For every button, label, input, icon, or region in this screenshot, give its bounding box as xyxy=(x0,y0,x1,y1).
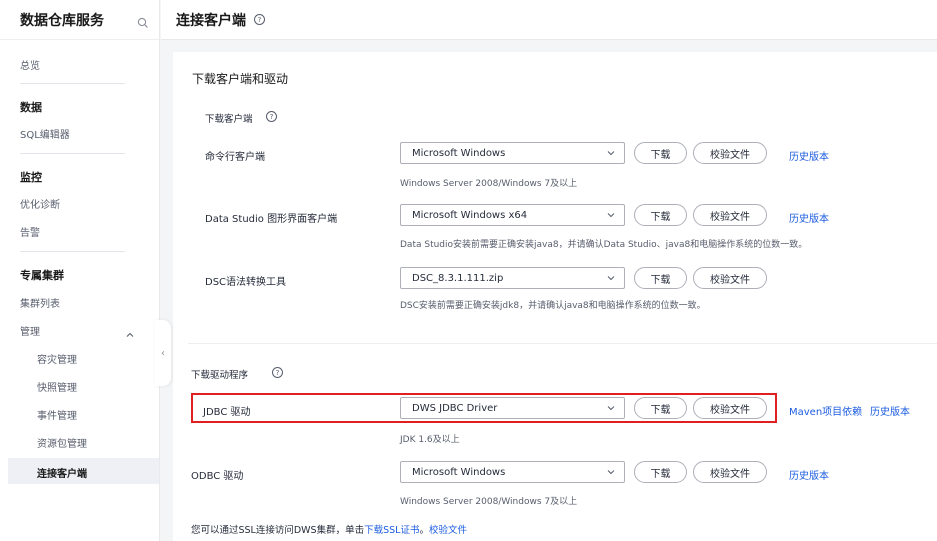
card-title: 下载客户端和驱动 xyxy=(192,72,289,86)
row-label-data-studio: Data Studio 图形界面客户端 xyxy=(205,214,338,225)
select-value: Microsoft Windows xyxy=(412,147,506,159)
history-version-link[interactable]: 历史版本 xyxy=(789,467,829,482)
download-button[interactable]: 下载 xyxy=(634,142,687,164)
history-version-link[interactable]: 历史版本 xyxy=(870,403,910,418)
sidebar-item-connect-client[interactable]: 连接客户端 xyxy=(37,465,87,480)
sidebar-item-overview[interactable]: 总览 xyxy=(20,57,40,72)
sidebar-group-data: 数据 xyxy=(20,101,42,114)
ssl-verify-file-link[interactable]: 校验文件 xyxy=(429,525,467,536)
sidebar-group-monitor: 监控 xyxy=(20,171,42,184)
section-title-clients: 下载客户端 xyxy=(205,114,253,125)
chevron-down-icon xyxy=(607,470,615,475)
row-hint: JDK 1.6及以上 xyxy=(400,435,460,445)
verify-file-button[interactable]: 校验文件 xyxy=(693,142,767,164)
row-label-dsc-tool: DSC语法转换工具 xyxy=(205,277,287,288)
odbc-driver-select[interactable]: Microsoft Windows xyxy=(400,461,625,483)
ssl-note-sep: 。 xyxy=(419,525,429,536)
sidebar-item-disaster-recovery[interactable]: 容灾管理 xyxy=(37,351,77,366)
verify-file-button[interactable]: 校验文件 xyxy=(693,204,767,226)
sidebar-item-diagnosis[interactable]: 优化诊断 xyxy=(20,196,60,211)
verify-file-button[interactable]: 校验文件 xyxy=(693,397,767,419)
chevron-down-icon xyxy=(607,276,615,281)
history-version-link[interactable]: 历史版本 xyxy=(789,148,829,163)
download-button[interactable]: 下载 xyxy=(634,204,687,226)
row-hint: DSC安装前需要正确安装jdk8，并请确认java8和电脑操作系统的位数一致。 xyxy=(400,301,706,311)
verify-file-button[interactable]: 校验文件 xyxy=(693,267,767,289)
sidebar-item-events[interactable]: 事件管理 xyxy=(37,407,77,422)
help-icon[interactable]: ? xyxy=(272,367,283,378)
divider xyxy=(20,251,125,252)
section-title-drivers: 下载驱动程序 xyxy=(191,370,249,381)
chevron-left-icon: ‹ xyxy=(161,347,165,359)
ssl-note: 您可以通过SSL连接访问DWS集群，单击下载SSL证书。校验文件 xyxy=(191,522,467,536)
sidebar: 数据仓库服务 总览 数据 SQL编辑器 监控 优化诊断 告警 专属集群 集群列表… xyxy=(0,0,160,541)
row-hint: Data Studio安装前需要正确安装java8，并请确认Data Studi… xyxy=(400,240,808,250)
row-hint: Windows Server 2008/Windows 7及以上 xyxy=(400,179,578,189)
sidebar-header: 数据仓库服务 xyxy=(0,0,159,40)
select-value: DWS JDBC Driver xyxy=(412,402,498,414)
ssl-note-text: 您可以通过SSL连接访问DWS集群，单击 xyxy=(191,525,365,536)
page-title: 连接客户端 xyxy=(176,12,246,29)
jdbc-driver-select[interactable]: DWS JDBC Driver xyxy=(400,397,625,419)
verify-file-button[interactable]: 校验文件 xyxy=(693,461,767,483)
sidebar-item-resource-pack[interactable]: 资源包管理 xyxy=(37,435,87,450)
download-button[interactable]: 下载 xyxy=(634,267,687,289)
divider xyxy=(20,83,125,84)
sidebar-title: 数据仓库服务 xyxy=(20,12,104,29)
download-ssl-cert-link[interactable]: 下载SSL证书 xyxy=(364,525,419,536)
data-studio-select[interactable]: Microsoft Windows x64 xyxy=(400,204,625,226)
select-value: Microsoft Windows x64 xyxy=(412,209,528,221)
chevron-down-icon xyxy=(607,151,615,156)
download-button[interactable]: 下载 xyxy=(634,461,687,483)
maven-dependency-link[interactable]: Maven项目依赖 xyxy=(789,403,862,418)
row-label-cli-client: 命令行客户端 xyxy=(205,152,265,163)
select-value: Microsoft Windows xyxy=(412,466,506,478)
cli-client-select[interactable]: Microsoft Windows xyxy=(400,142,625,164)
row-hint: Windows Server 2008/Windows 7及以上 xyxy=(400,497,578,507)
download-button[interactable]: 下载 xyxy=(634,397,687,419)
sidebar-item-cluster-list[interactable]: 集群列表 xyxy=(20,295,60,310)
sidebar-item-alarm[interactable]: 告警 xyxy=(20,224,40,239)
select-value: DSC_8.3.1.111.zip xyxy=(412,272,504,284)
chevron-up-icon[interactable] xyxy=(125,325,135,337)
history-version-link[interactable]: 历史版本 xyxy=(789,210,829,225)
search-icon[interactable] xyxy=(137,14,149,28)
chevron-down-icon xyxy=(607,406,615,411)
help-icon[interactable]: ? xyxy=(254,14,265,25)
page-header: 连接客户端 ? xyxy=(161,0,937,40)
sidebar-item-sql-editor[interactable]: SQL编辑器 xyxy=(20,126,70,141)
row-label-jdbc: JDBC 驱动 xyxy=(203,407,251,418)
dsc-tool-select[interactable]: DSC_8.3.1.111.zip xyxy=(400,267,625,289)
sidebar-item-management[interactable]: 管理 xyxy=(20,323,40,338)
chevron-down-icon xyxy=(607,213,615,218)
sidebar-item-snapshot[interactable]: 快照管理 xyxy=(37,379,77,394)
help-icon[interactable]: ? xyxy=(266,111,277,122)
sidebar-group-cluster: 专属集群 xyxy=(20,269,64,282)
row-label-odbc: ODBC 驱动 xyxy=(191,471,244,482)
divider xyxy=(20,153,125,154)
divider xyxy=(188,343,937,344)
collapse-sidebar-button[interactable]: ‹ xyxy=(155,320,171,386)
